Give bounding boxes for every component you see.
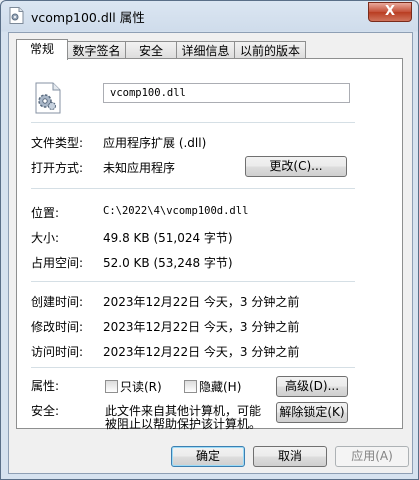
modified-value: 2023年12月22日 今天，3 分钟之前 bbox=[103, 320, 300, 334]
security-label: 安全: bbox=[31, 404, 60, 418]
divider bbox=[31, 188, 355, 189]
opens-with-label: 打开方式: bbox=[31, 161, 84, 175]
location-label: 位置: bbox=[31, 206, 60, 220]
opens-with-value: 未知应用程序 bbox=[103, 161, 176, 175]
readonly-label[interactable]: 只读(R) bbox=[120, 378, 162, 395]
accessed-label: 访问时间: bbox=[31, 345, 84, 359]
modified-label: 修改时间: bbox=[31, 320, 84, 334]
divider bbox=[31, 367, 355, 368]
general-tab-panel: vcomp100.dll 文件类型: 应用程序扩展 (.dll) 打开方式: 未… bbox=[16, 58, 403, 431]
dll-file-icon bbox=[9, 7, 24, 24]
tab-previous-versions[interactable]: 以前的版本 bbox=[234, 41, 306, 59]
advanced-button[interactable]: 高级(D)... bbox=[276, 376, 348, 397]
divider bbox=[31, 122, 355, 123]
tab-general[interactable]: 常规 bbox=[16, 39, 68, 60]
apply-button[interactable]: 应用(A) bbox=[335, 446, 409, 467]
properties-window: vcomp100.dll 属性 X 常规 数字签名 安全 详细信息 以前的版本 … bbox=[0, 0, 419, 480]
cancel-button[interactable]: 取消 bbox=[253, 446, 327, 467]
attributes-label: 属性: bbox=[31, 379, 60, 393]
title-bar[interactable]: vcomp100.dll 属性 X bbox=[1, 1, 418, 31]
ok-button[interactable]: 确定 bbox=[171, 446, 245, 467]
created-label: 创建时间: bbox=[31, 295, 84, 309]
tab-details[interactable]: 详细信息 bbox=[176, 41, 235, 59]
size-on-disk-value: 52.0 KB (53,248 字节) bbox=[103, 256, 233, 270]
close-button[interactable]: X bbox=[368, 2, 412, 22]
change-button[interactable]: 更改(C)... bbox=[245, 156, 347, 177]
readonly-checkbox[interactable] bbox=[105, 380, 118, 393]
created-value: 2023年12月22日 今天，3 分钟之前 bbox=[103, 295, 300, 309]
location-value: C:\2022\4\vcomp100d.dll bbox=[103, 205, 249, 217]
divider bbox=[31, 281, 355, 282]
dialog-body: 常规 数字签名 安全 详细信息 以前的版本 vcomp100.dll 文件类型:… bbox=[8, 32, 413, 474]
dll-file-icon bbox=[35, 82, 61, 114]
hidden-label[interactable]: 隐藏(H) bbox=[199, 378, 241, 395]
security-warning-line2: 被阻止以帮助保护该计算机。 bbox=[105, 417, 262, 431]
tab-security[interactable]: 安全 bbox=[125, 41, 177, 59]
unblock-button[interactable]: 解除锁定(K) bbox=[276, 402, 348, 423]
file-name-field[interactable]: vcomp100.dll bbox=[103, 83, 350, 103]
size-value: 49.8 KB (51,024 字节) bbox=[103, 231, 233, 245]
file-type-label: 文件类型: bbox=[31, 136, 84, 150]
window-title: vcomp100.dll 属性 bbox=[31, 10, 145, 25]
size-on-disk-label: 占用空间: bbox=[31, 256, 84, 270]
file-type-value: 应用程序扩展 (.dll) bbox=[103, 136, 207, 150]
accessed-value: 2023年12月22日 今天，3 分钟之前 bbox=[103, 345, 300, 359]
size-label: 大小: bbox=[31, 231, 60, 245]
hidden-checkbox[interactable] bbox=[184, 380, 197, 393]
tab-digital-signatures[interactable]: 数字签名 bbox=[67, 41, 126, 59]
